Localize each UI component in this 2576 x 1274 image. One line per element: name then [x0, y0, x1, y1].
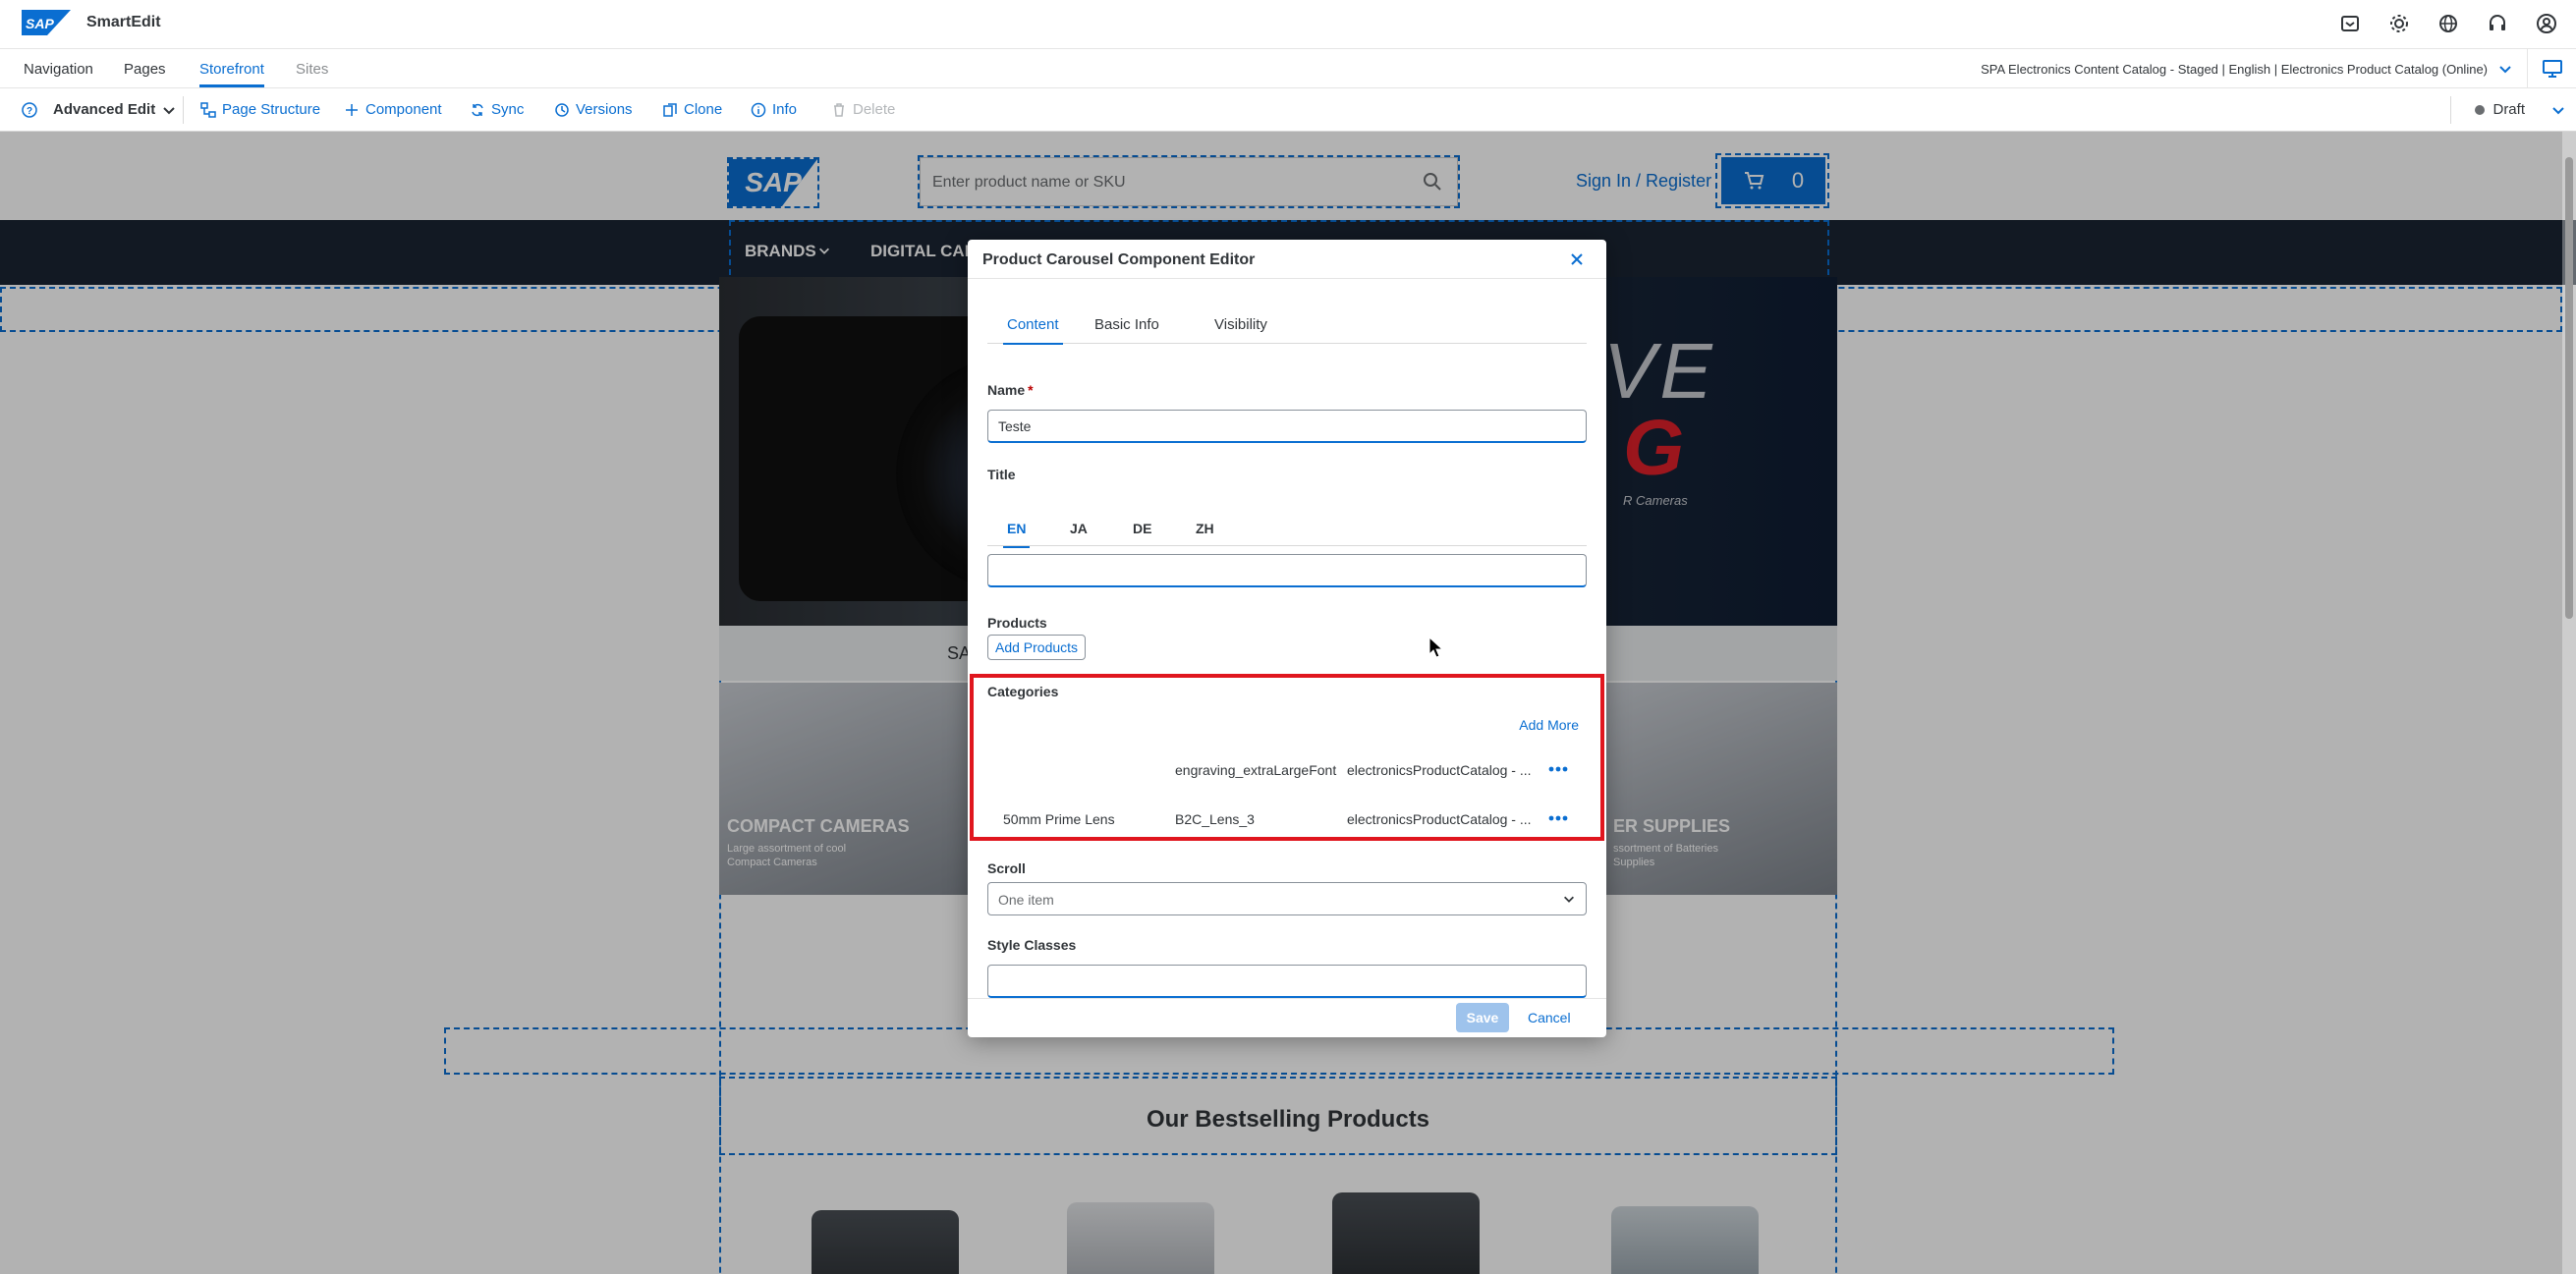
- style-classes-input[interactable]: [987, 965, 1587, 998]
- modal-title: Product Carousel Component Editor: [982, 251, 1256, 268]
- categories-label: Categories: [987, 684, 1059, 699]
- info-icon: [751, 102, 766, 117]
- cancel-button[interactable]: Cancel: [1528, 1003, 1571, 1032]
- category-name: 50mm Prime Lens: [1003, 811, 1115, 827]
- add-more-link[interactable]: Add More: [1519, 717, 1579, 733]
- status-dot: [2475, 104, 2486, 115]
- mouse-cursor-icon: [1428, 637, 1444, 658]
- tool-icons: [2338, 12, 2558, 35]
- tab-storefront[interactable]: Storefront: [199, 61, 264, 87]
- perspective-navbar: Navigation Pages Storefront Sites SPA El…: [0, 49, 2576, 88]
- gear-icon[interactable]: [2387, 12, 2411, 35]
- delete-label: Delete: [853, 101, 896, 118]
- add-products-button[interactable]: Add Products: [987, 635, 1087, 660]
- help-icon: ?: [22, 101, 37, 118]
- versions-icon: [555, 102, 569, 117]
- clone-button[interactable]: Clone: [662, 101, 722, 118]
- status-label: Draft: [2492, 101, 2525, 118]
- modal-body: Content Basic Info Visibility Name* Titl…: [968, 279, 1606, 998]
- smartedit-topbar: SAP SmartEdit: [0, 0, 2576, 49]
- globe-icon[interactable]: [2436, 12, 2460, 35]
- svg-text:SAP: SAP: [26, 16, 54, 31]
- category-row: engraving_extraLargeFont electronicsProd…: [974, 747, 1600, 796]
- name-input[interactable]: [987, 410, 1587, 443]
- products-label: Products: [987, 615, 1047, 631]
- chevron-down-icon[interactable]: [2550, 102, 2566, 118]
- category-row: 50mm Prime Lens B2C_Lens_3 electronicsPr…: [974, 796, 1600, 845]
- delete-button[interactable]: Delete: [831, 101, 895, 118]
- tab-visibility[interactable]: Visibility: [1214, 316, 1267, 333]
- categories-section: Categories Add More engraving_extraLarge…: [970, 674, 1604, 841]
- category-catalog: electronicsProductCatalog - ...: [1347, 811, 1532, 827]
- sync-icon: [472, 103, 483, 116]
- editor-tabs: Content Basic Info Visibility: [987, 308, 1587, 345]
- component-editor-modal: Product Carousel Component Editor Conten…: [968, 240, 1606, 1037]
- tab-lang-de[interactable]: DE: [1133, 521, 1151, 536]
- device-preview-button[interactable]: [2527, 49, 2576, 88]
- more-options-icon[interactable]: [1547, 758, 1569, 780]
- versions-label: Versions: [576, 101, 633, 118]
- user-icon[interactable]: [2535, 12, 2558, 35]
- category-code: B2C_Lens_3: [1175, 811, 1255, 827]
- tab-pages[interactable]: Pages: [124, 61, 166, 78]
- more-options-icon[interactable]: [1547, 807, 1569, 829]
- sync-label: Sync: [491, 101, 525, 118]
- app-title: SmartEdit: [86, 14, 161, 30]
- divider: [2450, 96, 2451, 124]
- info-label: Info: [772, 101, 798, 118]
- chevron-down-icon[interactable]: [2497, 61, 2513, 77]
- chevron-down-icon: [163, 106, 175, 114]
- add-component-button[interactable]: Component: [344, 101, 442, 118]
- svg-text:?: ?: [27, 106, 32, 117]
- modal-footer: Save Cancel: [968, 998, 1606, 1037]
- title-label: Title: [987, 467, 1016, 482]
- category-catalog: electronicsProductCatalog - ...: [1347, 762, 1532, 778]
- category-code: engraving_extraLargeFont: [1175, 762, 1337, 778]
- divider: [183, 96, 184, 124]
- copy-icon: [663, 102, 677, 117]
- trash-icon: [834, 102, 844, 117]
- mode-selector[interactable]: ? Advanced Edit: [22, 101, 177, 118]
- name-label: Name *: [987, 382, 1034, 398]
- plus-icon: [346, 103, 358, 116]
- chevron-down-icon: [1564, 896, 1574, 903]
- scroll-value: One item: [998, 892, 1054, 908]
- sap-logo: SAP: [22, 10, 71, 35]
- page-toolbar: ? Advanced Edit Page Structure Component…: [0, 88, 2576, 132]
- info-button[interactable]: Info: [751, 101, 797, 118]
- language-tabs: EN JA DE ZH: [987, 511, 1587, 548]
- tab-lang-ja[interactable]: JA: [1070, 521, 1088, 536]
- page-structure-label: Page Structure: [222, 101, 321, 118]
- headset-icon[interactable]: [2486, 12, 2509, 35]
- monitor-icon: [2542, 60, 2562, 78]
- tab-lang-zh[interactable]: ZH: [1196, 521, 1214, 536]
- tab-sites[interactable]: Sites: [296, 61, 328, 78]
- modal-header: Product Carousel Component Editor: [968, 240, 1606, 279]
- page-structure-button[interactable]: Page Structure: [200, 101, 320, 118]
- inbox-icon[interactable]: [2338, 12, 2362, 35]
- sync-button[interactable]: Sync: [470, 101, 524, 118]
- title-input[interactable]: [987, 554, 1587, 587]
- scroll-select[interactable]: One item: [987, 882, 1587, 915]
- save-button[interactable]: Save: [1456, 1003, 1509, 1032]
- tab-content[interactable]: Content: [1003, 316, 1063, 345]
- hierarchy-icon: [200, 101, 216, 118]
- required-marker: *: [1028, 382, 1034, 398]
- tab-navigation[interactable]: Navigation: [24, 61, 93, 78]
- scroll-label: Scroll: [987, 860, 1026, 876]
- mode-label: Advanced Edit: [53, 101, 156, 118]
- close-icon[interactable]: [1569, 251, 1585, 267]
- tab-basic-info[interactable]: Basic Info: [1094, 316, 1159, 333]
- style-classes-label: Style Classes: [987, 937, 1077, 953]
- catalog-selector[interactable]: SPA Electronics Content Catalog - Staged…: [1981, 62, 2488, 77]
- page-status[interactable]: Draft: [2475, 101, 2525, 118]
- scrollbar-thumb[interactable]: [2565, 157, 2573, 619]
- tab-lang-en[interactable]: EN: [1002, 521, 1032, 548]
- clone-label: Clone: [684, 101, 723, 118]
- component-label: Component: [365, 101, 442, 118]
- versions-button[interactable]: Versions: [554, 101, 633, 118]
